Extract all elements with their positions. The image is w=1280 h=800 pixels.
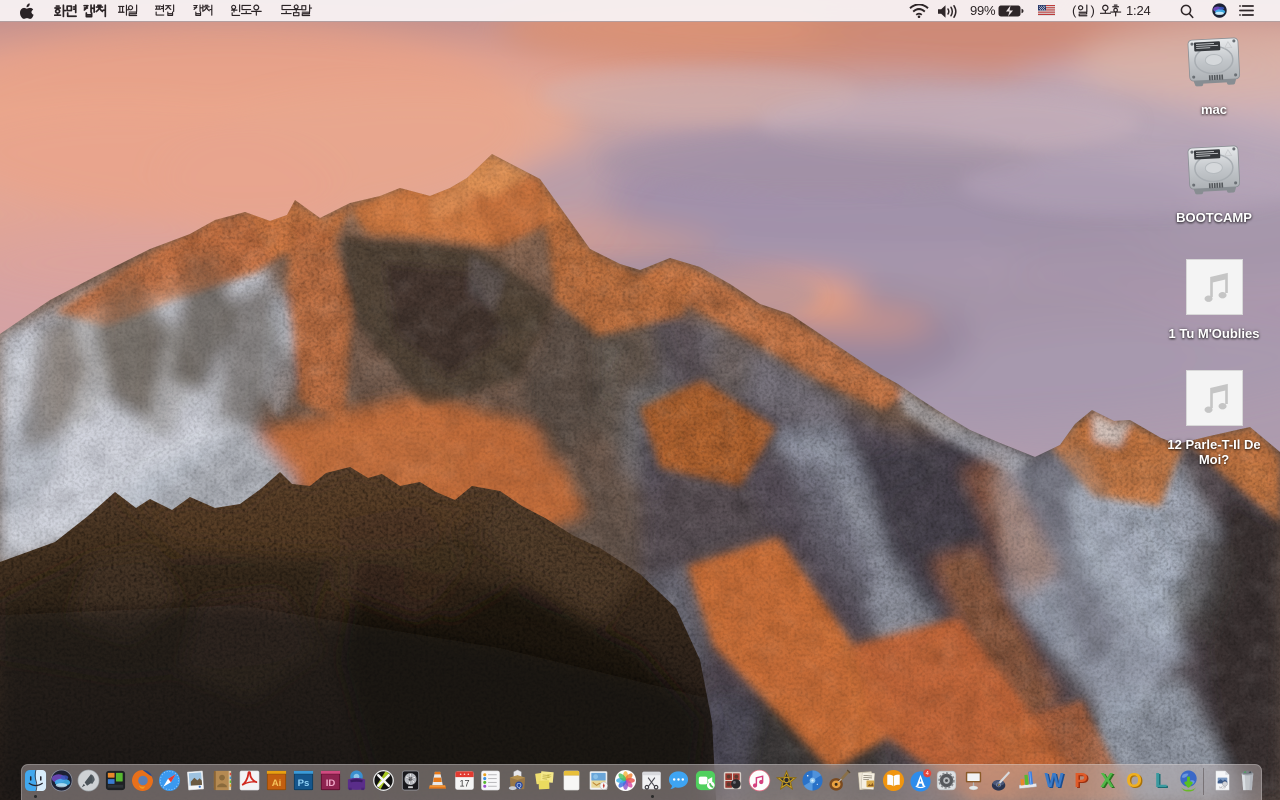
svg-text:W: W xyxy=(1044,770,1063,792)
svg-text:Ps: Ps xyxy=(297,778,309,789)
svg-text:X: X xyxy=(1101,770,1115,792)
svg-text:ID: ID xyxy=(325,778,335,789)
svg-text:Ai: Ai xyxy=(272,778,282,789)
svg-text:Q: Q xyxy=(517,783,522,790)
svg-text:O: O xyxy=(1126,770,1142,792)
svg-text:L: L xyxy=(1155,770,1167,792)
svg-text:17: 17 xyxy=(459,779,469,789)
svg-text:P: P xyxy=(1074,770,1087,792)
svg-text:MOV: MOV xyxy=(1219,786,1226,790)
